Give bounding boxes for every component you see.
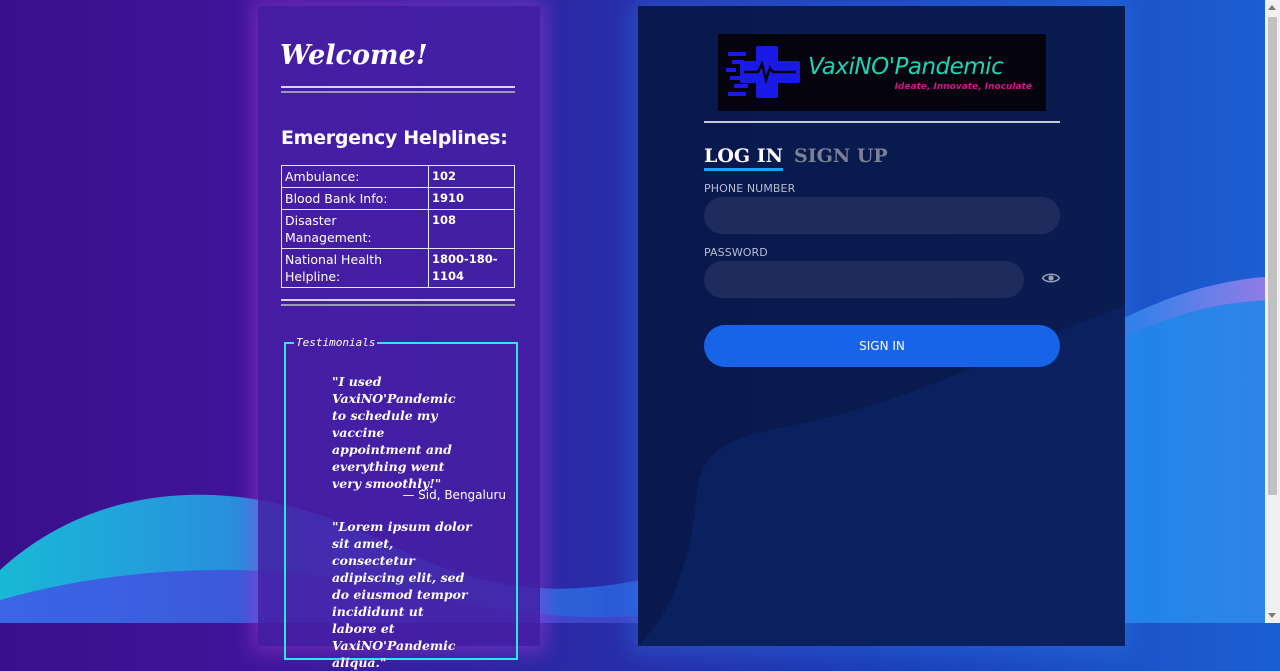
helpline-label: Blood Bank Info:	[281, 187, 429, 210]
testimonials-box: Testimonials "I used VaxiNO'Pandemic to …	[284, 336, 518, 670]
phone-label: PHONE NUMBER	[704, 182, 796, 195]
info-panel: Welcome! Emergency Helplines: Ambulance:…	[258, 6, 540, 670]
tab-login[interactable]: LOG IN	[704, 145, 784, 171]
table-row: Blood Bank Info: 1910	[281, 187, 515, 210]
medical-cross-pulse-icon	[726, 46, 800, 98]
welcome-heading: Welcome!	[280, 40, 428, 71]
helpline-label: Disaster Management:	[281, 209, 429, 249]
helpline-number: 1910	[428, 187, 515, 210]
helpline-label: Ambulance:	[281, 165, 429, 188]
tab-signup[interactable]: SIGN UP	[794, 145, 888, 167]
phone-number-input[interactable]	[704, 197, 1060, 234]
scroll-up-arrow-icon[interactable]	[1268, 5, 1276, 10]
eye-icon[interactable]	[1041, 268, 1061, 288]
testimonial-author: — Sid, Bengaluru	[402, 488, 506, 502]
sign-in-button[interactable]: SIGN IN	[704, 325, 1060, 367]
password-label: PASSWORD	[704, 246, 768, 259]
table-row: National Health Helpline: 1800-180-1104	[281, 248, 515, 288]
brand-logo: VaxiNO'Pandemic Ideate, Innovate, Inocul…	[718, 34, 1046, 111]
divider	[281, 299, 515, 306]
helpline-number: 108	[428, 209, 515, 249]
helpline-label: National Health Helpline:	[281, 248, 429, 288]
testimonials-legend: Testimonials	[296, 336, 376, 349]
helpline-number: 102	[428, 165, 515, 188]
page-scrollbar[interactable]	[1265, 0, 1280, 623]
helpline-number: 1800-180-1104	[428, 248, 515, 288]
scroll-down-arrow-icon[interactable]	[1268, 613, 1276, 618]
helplines-table: Ambulance: 102 Blood Bank Info: 1910 Dis…	[281, 165, 515, 288]
divider	[281, 86, 515, 93]
table-row: Disaster Management: 108	[281, 209, 515, 249]
auth-panel: VaxiNO'Pandemic Ideate, Innovate, Inocul…	[638, 6, 1125, 646]
testimonial-quote: "I used VaxiNO'Pandemic to schedule my v…	[332, 374, 456, 491]
table-row: Ambulance: 102	[281, 165, 515, 188]
helplines-heading: Emergency Helplines:	[281, 127, 508, 149]
password-input[interactable]	[704, 261, 1024, 298]
scrollbar-thumb[interactable]	[1268, 17, 1277, 495]
brand-name: VaxiNO'Pandemic	[808, 54, 1004, 80]
brand-tagline: Ideate, Innovate, Inoculate	[894, 82, 1032, 92]
testimonial-quote: "Lorem ipsum dolor sit amet, consectetur…	[332, 519, 472, 670]
divider	[704, 121, 1060, 123]
